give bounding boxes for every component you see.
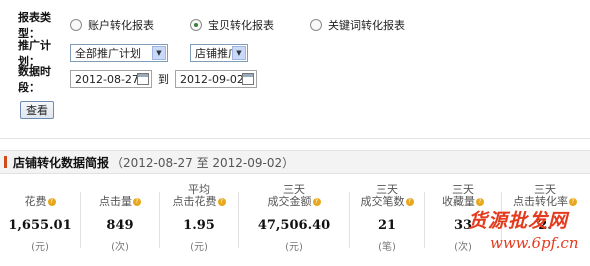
watermark: 货源批发网 www.6pf.cn: [468, 206, 586, 258]
campaign-select[interactable]: 全部推广计划 ▼: [70, 44, 168, 62]
promotion-type-select[interactable]: 店铺推广 ▼: [190, 44, 248, 62]
report-type-row: 报表类型： 账户转化报表 宝贝转化报表 关键词转化报表: [18, 11, 441, 40]
metric-cost: 花费? 1,655.01 (元): [0, 184, 80, 254]
help-icon[interactable]: ?: [217, 198, 226, 206]
metric-clicks: 点击量? 849 (次): [81, 184, 159, 254]
period-label: 数据时段：: [18, 65, 51, 94]
metric-value: 849: [106, 218, 134, 233]
calendar-icon[interactable]: [242, 73, 254, 85]
help-icon[interactable]: ?: [133, 198, 141, 206]
metric-value: 1.95: [183, 218, 215, 233]
metric-unit: (次): [111, 242, 129, 253]
radio-account-report[interactable]: 账户转化报表: [70, 17, 154, 33]
watermark-url: www.6pf.cn: [490, 234, 579, 252]
end-date-input[interactable]: 2012-09-02: [175, 70, 257, 88]
calendar-icon[interactable]: [137, 73, 149, 85]
metric-value: 47,506.40: [257, 218, 331, 233]
radio-label: 账户转化报表: [88, 19, 154, 32]
radio-circle-icon[interactable]: [70, 19, 82, 31]
help-icon[interactable]: ?: [405, 198, 414, 206]
summary-header: 店铺转化数据简报 （2012-08-27 至 2012-09-02）: [0, 150, 590, 174]
summary-title: 店铺转化数据简报: [13, 155, 110, 170]
campaign-row: 推广计划： 全部推广计划 ▼ 店铺推广 ▼: [18, 39, 248, 68]
metric-value: 21: [377, 218, 397, 233]
help-icon[interactable]: ?: [476, 198, 484, 206]
section-marker-icon: [4, 156, 7, 168]
help-icon[interactable]: ?: [47, 198, 56, 206]
end-date-value: 2012-09-02: [180, 72, 244, 86]
radio-label: 关键词转化报表: [328, 19, 405, 32]
metric-3day-gmv: 三天 成交金额? 47,506.40 (元): [239, 184, 349, 254]
metric-label-line2: 点击花费: [172, 195, 217, 208]
metric-label-line2: 成交笔数: [360, 195, 405, 208]
summary-date-range: （2012-08-27 至 2012-09-02）: [111, 155, 295, 170]
metric-unit: (元): [285, 242, 303, 253]
radio-item-report[interactable]: 宝贝转化报表: [190, 17, 274, 33]
metric-value: 1,655.01: [8, 218, 72, 233]
start-date-value: 2012-08-27: [75, 72, 139, 86]
start-date-input[interactable]: 2012-08-27: [70, 70, 152, 88]
date-range-separator: 到: [158, 73, 169, 86]
metric-avg-click-cost: 平均 点击花费? 1.95 (元): [160, 184, 238, 254]
help-icon[interactable]: ?: [569, 198, 577, 206]
radio-keyword-report[interactable]: 关键词转化报表: [310, 17, 405, 33]
radio-circle-icon[interactable]: [310, 19, 322, 31]
section-divider: [0, 138, 590, 139]
period-row: 数据时段： 2012-08-27 到 2012-09-02: [18, 65, 257, 94]
metric-unit: (元): [190, 242, 208, 253]
radio-circle-checked-icon[interactable]: [190, 19, 202, 31]
metric-label: 花费: [24, 195, 47, 208]
query-button[interactable]: 查看: [20, 101, 54, 119]
metric-3day-orders: 三天 成交笔数? 21 (笔): [350, 184, 424, 254]
metric-label-line2: 成交金额: [267, 195, 312, 208]
chevron-down-icon[interactable]: ▼: [232, 46, 246, 60]
help-icon[interactable]: ?: [312, 198, 321, 206]
campaign-select-value: 全部推广计划: [75, 47, 141, 60]
radio-label: 宝贝转化报表: [208, 19, 274, 32]
metric-unit: (笔): [378, 242, 396, 253]
metric-label: 点击量: [99, 195, 132, 208]
chevron-down-icon[interactable]: ▼: [152, 46, 166, 60]
watermark-text: 货源批发网: [468, 210, 569, 232]
metric-unit: (元): [31, 242, 49, 253]
